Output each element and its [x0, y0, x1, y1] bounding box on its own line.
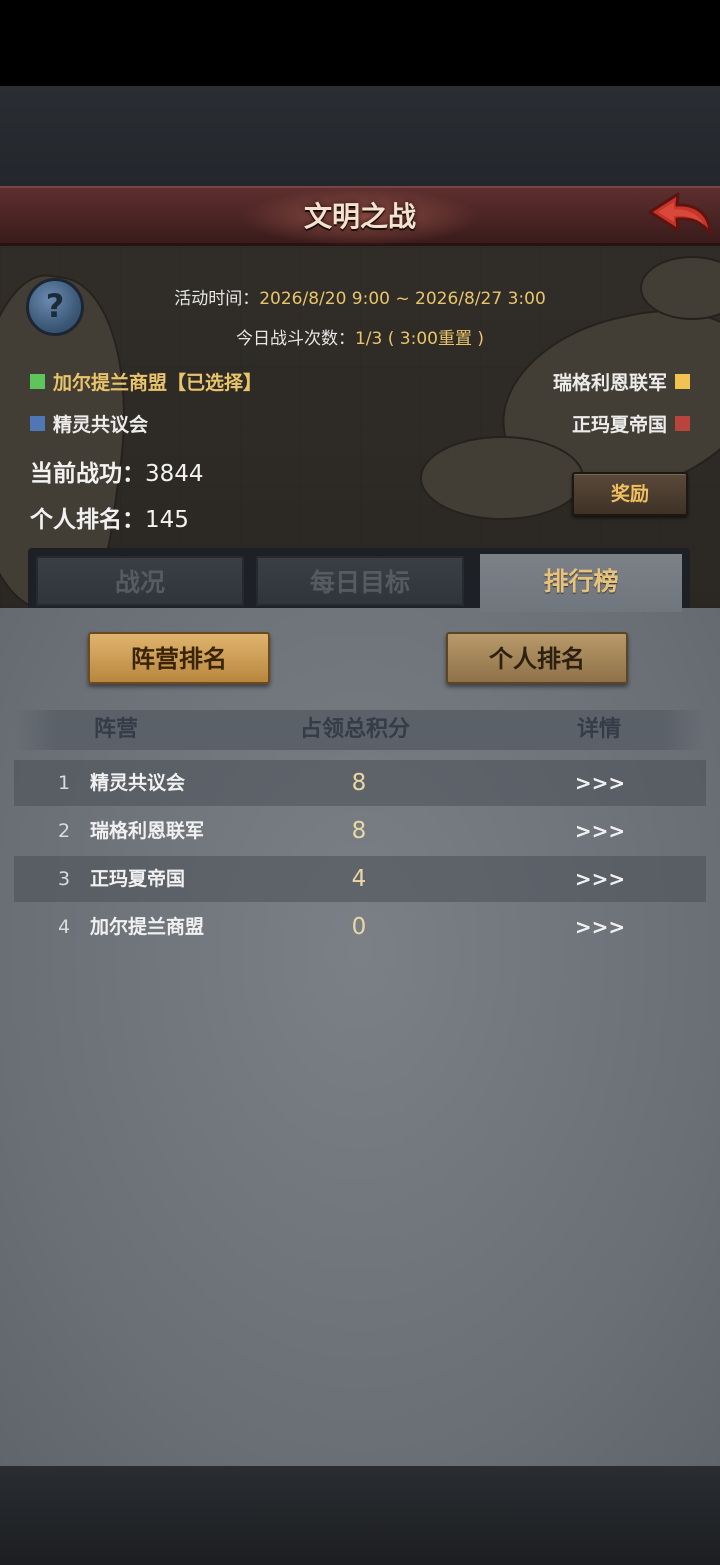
- table-row: 1 精灵共议会 8 >>>: [14, 760, 706, 806]
- row-faction: 瑞格利恩联军: [90, 820, 205, 842]
- faction-rank-button[interactable]: 阵营排名: [88, 632, 270, 684]
- back-button[interactable]: [644, 190, 714, 242]
- blue-square-icon: [30, 416, 45, 431]
- header-detail: 详情: [577, 717, 622, 742]
- current-merit: 当前战功：3844: [30, 454, 204, 488]
- daily-battles-label: 今日战斗次数：: [235, 329, 355, 349]
- green-square-icon: [30, 374, 45, 389]
- faction-selected: 加尔提兰商盟【已选择】: [22, 368, 262, 395]
- row-detail-button[interactable]: >>>: [574, 760, 626, 806]
- row-rank: 2: [57, 820, 71, 842]
- row-detail-button[interactable]: >>>: [574, 856, 626, 902]
- daily-battles-value: 1/3 ( 3:00重置 ): [354, 329, 484, 349]
- faction-blue-name: 精灵共议会: [53, 414, 149, 436]
- row-detail-button[interactable]: >>>: [574, 904, 626, 950]
- table-row: 4 加尔提兰商盟 0 >>>: [14, 904, 706, 950]
- yellow-square-icon: [675, 374, 690, 389]
- header-score: 占领总积分: [300, 717, 411, 742]
- row-rank: 4: [57, 916, 71, 938]
- tab-daily-goals[interactable]: 每日目标: [256, 556, 464, 606]
- header-faction: 阵营: [94, 717, 139, 742]
- faction-yellow: 瑞格利恩联军: [553, 368, 698, 395]
- reward-button[interactable]: 奖励: [572, 472, 688, 516]
- row-rank: 1: [57, 772, 71, 794]
- row-score: 8: [351, 818, 367, 844]
- event-time-label: 活动时间：: [174, 289, 260, 309]
- page-title: 文明之战: [303, 200, 416, 233]
- title-bar: 文明之战: [0, 186, 720, 246]
- row-detail-button[interactable]: >>>: [574, 808, 626, 854]
- row-faction: 精灵共议会: [90, 772, 186, 794]
- row-faction: 正玛夏帝国: [90, 868, 186, 890]
- daily-battles: 今日战斗次数：1/3 ( 3:00重置 ): [0, 324, 720, 349]
- row-rank: 3: [57, 868, 71, 890]
- top-backdrop: [0, 86, 720, 186]
- row-score: 8: [351, 770, 367, 796]
- merit-label: 当前战功：: [30, 461, 145, 487]
- personal-rank-button[interactable]: 个人排名: [446, 632, 628, 684]
- back-arrow-icon: [648, 192, 712, 236]
- table-row: 3 正玛夏帝国 4 >>>: [14, 856, 706, 902]
- row-score: 4: [351, 866, 367, 892]
- rank-value: 145: [145, 507, 189, 533]
- rank-label: 个人排名：: [30, 507, 145, 533]
- event-time-value: 2026/8/20 9:00 ~ 2026/8/27 3:00: [259, 289, 546, 309]
- event-time: 活动时间：2026/8/20 9:00 ~ 2026/8/27 3:00: [0, 284, 720, 309]
- row-score: 0: [351, 914, 367, 940]
- tab-leaderboard[interactable]: 排行榜: [480, 554, 682, 612]
- tab-battle-status[interactable]: 战况: [36, 556, 244, 606]
- faction-selected-name: 加尔提兰商盟【已选择】: [53, 372, 263, 394]
- faction-yellow-name: 瑞格利恩联军: [552, 372, 667, 394]
- red-square-icon: [675, 416, 690, 431]
- merit-value: 3844: [145, 461, 204, 487]
- personal-rank: 个人排名：145: [30, 500, 189, 534]
- table-row: 2 瑞格利恩联军 8 >>>: [14, 808, 706, 854]
- faction-red-name: 正玛夏帝国: [571, 414, 667, 436]
- row-faction: 加尔提兰商盟: [90, 916, 205, 938]
- bottom-backdrop: [0, 1466, 720, 1565]
- faction-blue: 精灵共议会: [22, 410, 148, 437]
- faction-red: 正玛夏帝国: [572, 410, 698, 437]
- status-bar-area: [0, 0, 720, 86]
